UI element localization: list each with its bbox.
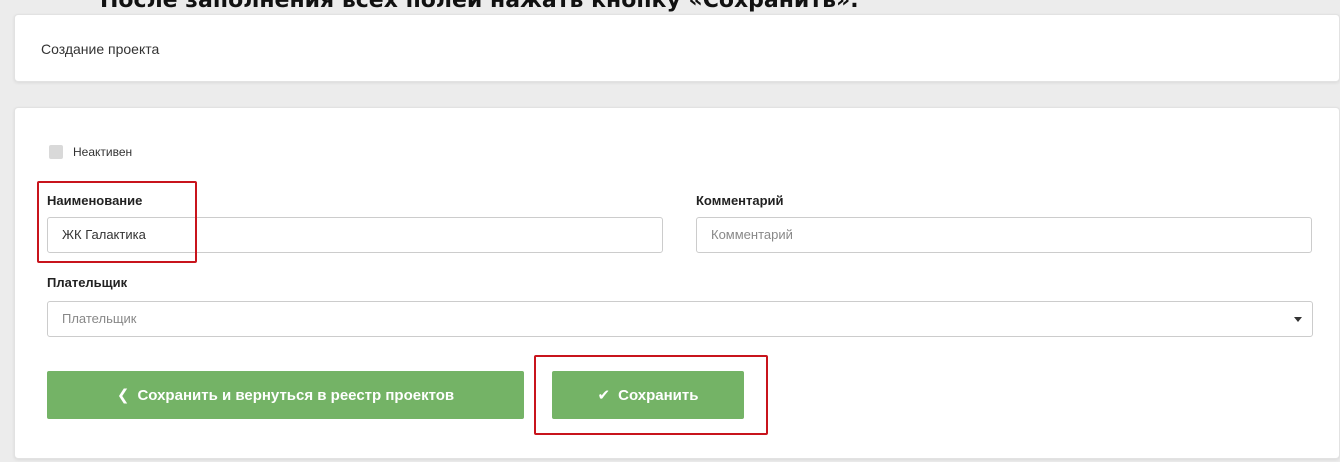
chevron-left-icon: ❮ <box>116 387 130 404</box>
inactive-checkbox[interactable] <box>49 145 63 159</box>
page-header-panel: Создание проекта <box>14 14 1340 82</box>
name-label: Наименование <box>47 193 143 208</box>
project-form-panel: Неактивен Наименование ЖК Галактика Комм… <box>14 107 1340 459</box>
save-and-return-label: Сохранить и вернуться в реестр проектов <box>137 386 455 404</box>
instruction-caption: После заполнения всех полей нажать кнопк… <box>100 0 859 13</box>
save-label: Сохранить <box>618 386 699 404</box>
inactive-checkbox-row[interactable]: Неактивен <box>49 145 132 159</box>
save-and-return-button[interactable]: ❮ Сохранить и вернуться в реестр проекто… <box>47 371 524 419</box>
page-title: Создание проекта <box>41 41 160 57</box>
save-button[interactable]: ✔ Сохранить <box>552 371 744 419</box>
payer-label: Плательщик <box>47 275 128 290</box>
comment-input[interactable]: Комментарий <box>696 217 1312 253</box>
payer-select[interactable]: Плательщик <box>47 301 1313 337</box>
check-icon: ✔ <box>597 387 611 404</box>
caret-down-icon <box>1294 317 1302 322</box>
comment-label: Комментарий <box>696 193 784 208</box>
name-input[interactable]: ЖК Галактика <box>47 217 663 253</box>
payer-select-value: Плательщик <box>62 311 137 326</box>
inactive-label: Неактивен <box>73 145 133 159</box>
